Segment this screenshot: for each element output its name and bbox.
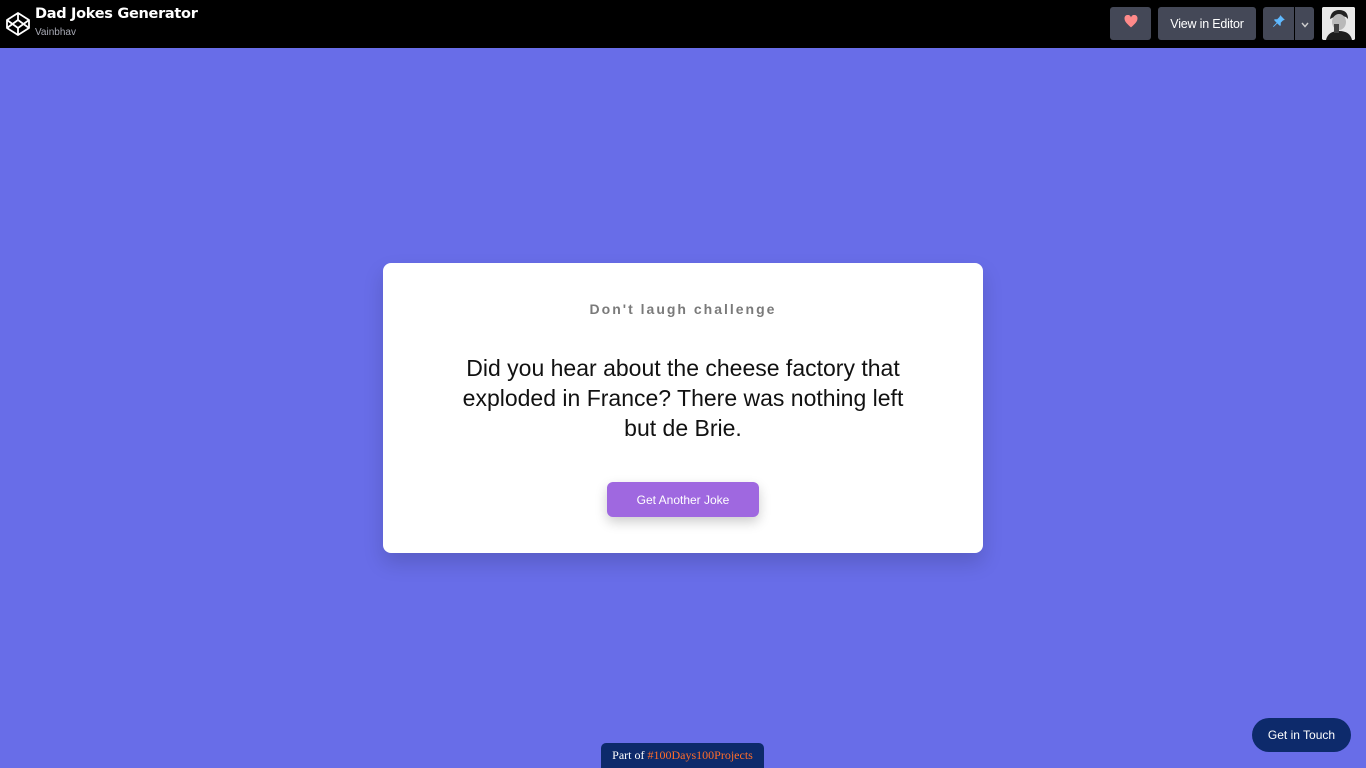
view-in-editor-button[interactable]: View in Editor: [1158, 7, 1256, 40]
user-avatar[interactable]: [1322, 7, 1355, 40]
chevron-down-icon: [1300, 15, 1309, 33]
joke-text: Did you hear about the cheese factory th…: [462, 355, 904, 441]
codepen-logo-icon[interactable]: [5, 11, 31, 37]
pin-icon: [1272, 14, 1286, 33]
project-tag-link[interactable]: #100Days100Projects: [648, 748, 753, 763]
top-bar: Dad Jokes Generator Vainbhav View in Edi…: [0, 0, 1366, 48]
get-another-joke-button[interactable]: Get Another Joke: [607, 482, 759, 517]
get-in-touch-button[interactable]: Get in Touch: [1252, 718, 1351, 752]
heart-button[interactable]: [1110, 7, 1151, 40]
part-of-prefix: Part of: [612, 748, 648, 762]
pen-author[interactable]: Vainbhav: [35, 27, 76, 38]
pen-title: Dad Jokes Generator: [35, 6, 198, 22]
pin-dropdown-button[interactable]: [1295, 7, 1314, 40]
part-of-badge[interactable]: Part of #100Days100Projects: [601, 743, 764, 768]
card-heading: Don't laugh challenge: [589, 301, 777, 317]
pin-button[interactable]: [1263, 7, 1294, 40]
heart-icon: [1124, 14, 1138, 33]
joke-card: Don't laugh challenge Did you hear about…: [383, 263, 983, 553]
